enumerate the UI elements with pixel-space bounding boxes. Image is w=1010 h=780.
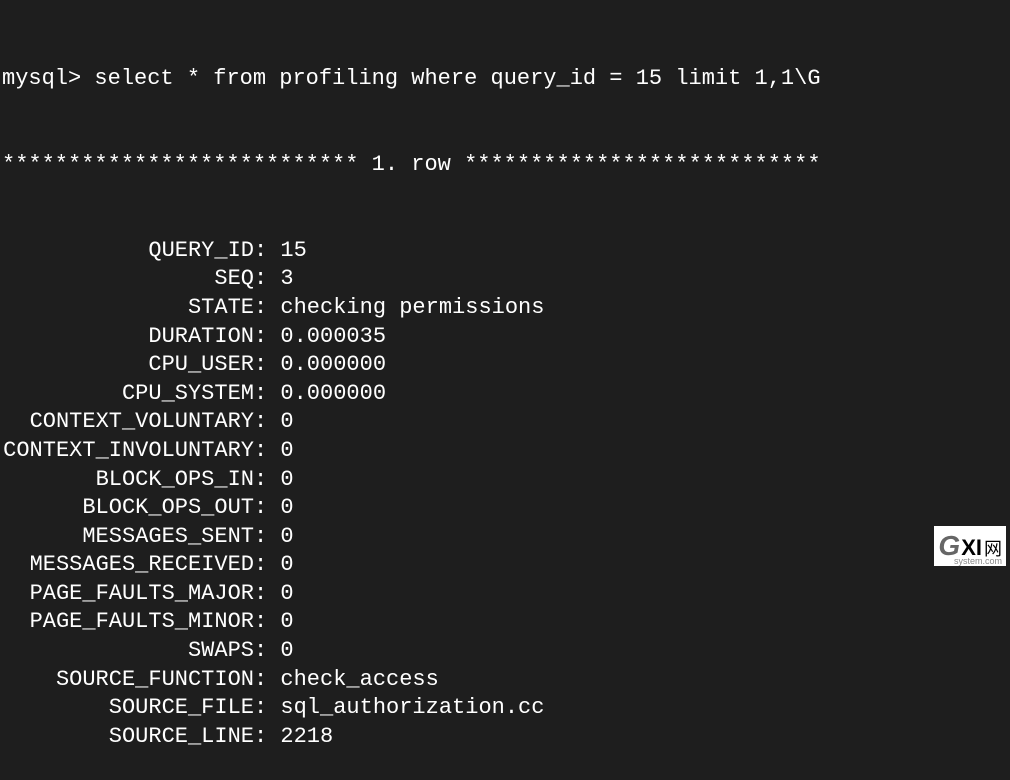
field-label: SOURCE_FILE bbox=[2, 694, 254, 723]
field-value: 0.000000 bbox=[280, 351, 386, 380]
field-separator: : bbox=[254, 294, 280, 323]
field-separator: : bbox=[254, 437, 280, 466]
field-label: MESSAGES_SENT bbox=[2, 523, 254, 552]
field-label: SEQ bbox=[2, 265, 254, 294]
terminal-output[interactable]: mysql> select * from profiling where que… bbox=[2, 8, 1008, 780]
field-row: STATE: checking permissions bbox=[2, 294, 1008, 323]
field-value: check_access bbox=[280, 666, 438, 695]
field-value: sql_authorization.cc bbox=[280, 694, 544, 723]
field-value: 0 bbox=[280, 580, 293, 609]
field-row: CONTEXT_VOLUNTARY: 0 bbox=[2, 408, 1008, 437]
field-value: 3 bbox=[280, 265, 293, 294]
field-separator: : bbox=[254, 608, 280, 637]
field-separator: : bbox=[254, 666, 280, 695]
field-value: 0 bbox=[280, 637, 293, 666]
watermark-logo: G XI 网 system.com bbox=[934, 526, 1006, 566]
field-label: STATE bbox=[2, 294, 254, 323]
field-row: SOURCE_LINE: 2218 bbox=[2, 723, 1008, 752]
field-row: PAGE_FAULTS_MAJOR: 0 bbox=[2, 580, 1008, 609]
field-separator: : bbox=[254, 237, 280, 266]
field-row: SEQ: 3 bbox=[2, 265, 1008, 294]
field-row: MESSAGES_SENT: 0 bbox=[2, 523, 1008, 552]
field-row: CPU_USER: 0.000000 bbox=[2, 351, 1008, 380]
field-separator: : bbox=[254, 466, 280, 495]
field-row: DURATION: 0.000035 bbox=[2, 323, 1008, 352]
field-value: 0 bbox=[280, 551, 293, 580]
field-separator: : bbox=[254, 408, 280, 437]
field-value: 0 bbox=[280, 437, 293, 466]
field-separator: : bbox=[254, 265, 280, 294]
field-label: BLOCK_OPS_IN bbox=[2, 466, 254, 495]
field-separator: : bbox=[254, 694, 280, 723]
field-row: QUERY_ID: 15 bbox=[2, 237, 1008, 266]
field-value: 0 bbox=[280, 523, 293, 552]
field-row: MESSAGES_RECEIVED: 0 bbox=[2, 551, 1008, 580]
field-label: DURATION bbox=[2, 323, 254, 352]
field-label: MESSAGES_RECEIVED bbox=[2, 551, 254, 580]
field-label: SOURCE_FUNCTION bbox=[2, 666, 254, 695]
field-separator: : bbox=[254, 494, 280, 523]
field-label: PAGE_FAULTS_MINOR bbox=[2, 608, 254, 637]
mysql-prompt: mysql> bbox=[2, 65, 81, 94]
field-label: SOURCE_LINE bbox=[2, 723, 254, 752]
field-separator: : bbox=[254, 551, 280, 580]
field-label: PAGE_FAULTS_MAJOR bbox=[2, 580, 254, 609]
field-label: QUERY_ID bbox=[2, 237, 254, 266]
field-separator: : bbox=[254, 580, 280, 609]
row-separator: *************************** 1. row *****… bbox=[2, 151, 1008, 180]
field-row: SWAPS: 0 bbox=[2, 637, 1008, 666]
field-label: CONTEXT_VOLUNTARY bbox=[2, 408, 254, 437]
field-row: CONTEXT_INVOLUNTARY: 0 bbox=[2, 437, 1008, 466]
watermark-sys: system.com bbox=[954, 556, 1002, 568]
field-row: CPU_SYSTEM: 0.000000 bbox=[2, 380, 1008, 409]
field-row: BLOCK_OPS_IN: 0 bbox=[2, 466, 1008, 495]
command-line: mysql> select * from profiling where que… bbox=[2, 65, 1008, 94]
field-value: checking permissions bbox=[280, 294, 544, 323]
field-separator: : bbox=[254, 637, 280, 666]
field-label: CONTEXT_INVOLUNTARY bbox=[2, 437, 254, 466]
field-row: PAGE_FAULTS_MINOR: 0 bbox=[2, 608, 1008, 637]
field-value: 0.000000 bbox=[280, 380, 386, 409]
field-value: 0 bbox=[280, 608, 293, 637]
field-separator: : bbox=[254, 380, 280, 409]
field-label: CPU_USER bbox=[2, 351, 254, 380]
field-value: 0.000035 bbox=[280, 323, 386, 352]
field-value: 15 bbox=[280, 237, 306, 266]
sql-query: select * from profiling where query_id =… bbox=[94, 65, 820, 94]
field-value: 0 bbox=[280, 408, 293, 437]
field-label: CPU_SYSTEM bbox=[2, 380, 254, 409]
field-row: BLOCK_OPS_OUT: 0 bbox=[2, 494, 1008, 523]
field-separator: : bbox=[254, 351, 280, 380]
field-value: 0 bbox=[280, 466, 293, 495]
field-label: SWAPS bbox=[2, 637, 254, 666]
field-row: SOURCE_FUNCTION: check_access bbox=[2, 666, 1008, 695]
field-separator: : bbox=[254, 323, 280, 352]
field-value: 0 bbox=[280, 494, 293, 523]
field-row: SOURCE_FILE: sql_authorization.cc bbox=[2, 694, 1008, 723]
field-label: BLOCK_OPS_OUT bbox=[2, 494, 254, 523]
result-fields: QUERY_ID: 15SEQ: 3STATE: checking permis… bbox=[2, 237, 1008, 752]
field-value: 2218 bbox=[280, 723, 333, 752]
field-separator: : bbox=[254, 723, 280, 752]
field-separator: : bbox=[254, 523, 280, 552]
